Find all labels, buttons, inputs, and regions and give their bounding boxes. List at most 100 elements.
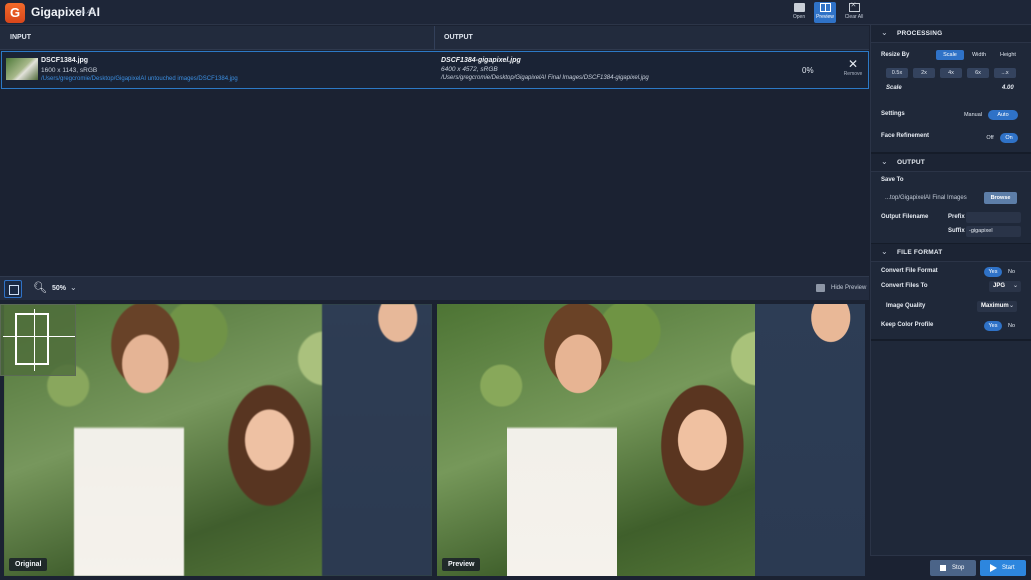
- zoom-level[interactable]: 50%: [52, 285, 66, 292]
- resize-by-label: Resize By: [881, 52, 910, 58]
- file-format-section-header[interactable]: ⌄ FILE FORMAT: [871, 244, 1031, 262]
- resize-mode-height[interactable]: Height: [995, 50, 1021, 60]
- scale-button-2x[interactable]: 2x: [913, 68, 935, 78]
- convert-format-no[interactable]: No: [1004, 267, 1019, 277]
- stop-icon: [940, 565, 946, 571]
- convert-to-select[interactable]: JPG ⌄: [989, 281, 1021, 292]
- progress-percent: 0%: [802, 66, 814, 75]
- file-thumbnail: [6, 58, 38, 80]
- chevron-down-icon[interactable]: ⌄: [70, 283, 77, 292]
- action-bar: Stop Start: [870, 555, 1031, 580]
- prefix-label: Prefix: [948, 214, 965, 220]
- close-icon: ✕: [847, 57, 859, 71]
- remove-button[interactable]: ✕ Remove: [842, 58, 864, 82]
- prefix-input[interactable]: [966, 212, 1021, 223]
- section-divider: [871, 339, 1031, 341]
- save-path: ...top/GigapixelAI Final Images: [885, 195, 967, 201]
- column-divider: [434, 26, 435, 50]
- keep-profile-no[interactable]: No: [1004, 321, 1019, 331]
- convert-format-yes[interactable]: Yes: [984, 267, 1002, 277]
- settings-label: Settings: [881, 111, 905, 117]
- start-label: Start: [1002, 565, 1015, 571]
- face-refinement-on[interactable]: On: [1000, 133, 1018, 143]
- app-window: G Gigapixel AI v4.4.5 Open Preview Clear…: [0, 0, 1031, 580]
- settings-manual-option[interactable]: Manual: [960, 110, 986, 120]
- suffix-input[interactable]: -gigapixel: [966, 226, 1021, 237]
- remove-label: Remove: [843, 71, 863, 77]
- convert-to-value: JPG: [993, 283, 1006, 289]
- chevron-down-icon: ⌄: [1012, 283, 1018, 289]
- preview-toggle-button[interactable]: Preview: [814, 2, 836, 23]
- preview-toolbar: 🔍︎ 50% ⌄ Hide Preview: [0, 276, 869, 300]
- hide-preview-icon[interactable]: [816, 284, 825, 292]
- chevron-down-icon: ⌄: [881, 28, 888, 37]
- processing-title: PROCESSING: [897, 30, 943, 37]
- processing-section-header[interactable]: ⌄ PROCESSING: [871, 25, 1031, 43]
- output-column-header: OUTPUT: [444, 34, 473, 41]
- preview-label: Preview: [442, 558, 481, 571]
- convert-to-label: Convert Files To: [881, 283, 928, 289]
- folder-icon: [793, 3, 805, 12]
- start-button[interactable]: Start: [980, 560, 1026, 576]
- face-refinement-off[interactable]: Off: [982, 133, 998, 143]
- image-quality-label: Image Quality: [886, 303, 926, 309]
- input-dimensions: 1600 x 1143, sRGB: [41, 67, 98, 74]
- output-section-header[interactable]: ⌄ OUTPUT: [871, 154, 1031, 172]
- output-path: /Users/gregcromie/Desktop/GigapixelAI Fi…: [441, 75, 649, 81]
- chevron-down-icon: ⌄: [881, 157, 888, 166]
- zoom-icon[interactable]: 🔍︎: [33, 281, 47, 294]
- chevron-down-icon: ⌄: [881, 247, 888, 256]
- scale-button-custom[interactable]: ...x: [994, 68, 1016, 78]
- hide-preview-button[interactable]: Hide Preview: [831, 285, 866, 291]
- keep-profile-yes[interactable]: Yes: [984, 321, 1002, 331]
- navigator-crosshair-h: [3, 336, 75, 337]
- clear-icon: [848, 1, 860, 12]
- original-label: Original: [9, 558, 48, 571]
- split-view-icon: [819, 3, 831, 12]
- output-title: OUTPUT: [897, 159, 925, 166]
- app-version: v4.4.5: [79, 10, 96, 16]
- file-row[interactable]: DSCF1384.jpg 1600 x 1143, sRGB /Users/gr…: [1, 51, 869, 89]
- preview-photo: [437, 304, 865, 576]
- scale-value[interactable]: 4.00: [1002, 85, 1014, 91]
- resize-mode-scale[interactable]: Scale: [936, 50, 964, 60]
- clear-all-label: Clear All: [844, 14, 864, 20]
- clear-all-button[interactable]: Clear All: [843, 1, 865, 23]
- navigator-toggle-button[interactable]: [4, 280, 22, 298]
- navigator-crosshair-v: [34, 309, 35, 371]
- open-label: Open: [792, 14, 806, 20]
- input-path-link[interactable]: /Users/gregcromie/Desktop/GigapixelAI un…: [41, 76, 238, 82]
- image-quality-value: Maximum: [981, 303, 1009, 309]
- browse-button[interactable]: Browse: [984, 192, 1017, 204]
- output-filename-label: Output Filename: [881, 214, 929, 220]
- settings-sidebar: ⌄ PROCESSING Resize By Scale Width Heigh…: [870, 25, 1031, 580]
- suffix-label: Suffix: [948, 228, 965, 234]
- stop-label: Stop: [952, 565, 965, 571]
- scale-button-6x[interactable]: 6x: [967, 68, 989, 78]
- keep-color-profile-label: Keep Color Profile: [881, 322, 934, 328]
- output-filename: DSCF1384-gigapixel.jpg: [441, 57, 521, 64]
- app-logo-icon: G: [5, 3, 25, 23]
- settings-auto-option[interactable]: Auto: [988, 110, 1018, 120]
- resize-mode-width[interactable]: Width: [967, 50, 991, 60]
- play-icon: [990, 564, 997, 572]
- scale-button-4x[interactable]: 4x: [940, 68, 962, 78]
- convert-format-label: Convert File Format: [881, 268, 938, 274]
- scale-button-0-5x[interactable]: 0.5x: [886, 68, 908, 78]
- preview-pane[interactable]: Preview: [437, 304, 865, 576]
- input-column-header: INPUT: [10, 34, 31, 41]
- file-format-title: FILE FORMAT: [897, 249, 943, 256]
- preview-label: Preview: [816, 14, 834, 20]
- save-to-label: Save To: [881, 177, 904, 183]
- title-bar: G Gigapixel AI v4.4.5 Open Preview Clear…: [0, 0, 1031, 25]
- stop-button[interactable]: Stop: [930, 560, 976, 576]
- image-quality-select[interactable]: Maximum ⌄: [977, 301, 1017, 312]
- output-dimensions: 6400 x 4572, sRGB: [441, 66, 498, 73]
- input-filename: DSCF1384.jpg: [41, 57, 89, 64]
- chevron-down-icon: ⌄: [1008, 303, 1014, 309]
- scale-label: Scale: [886, 85, 902, 91]
- face-refinement-label: Face Refinement: [881, 133, 930, 139]
- navigator-thumbnail[interactable]: [0, 304, 76, 376]
- open-button[interactable]: Open: [788, 2, 810, 23]
- navigator-viewport[interactable]: [15, 313, 49, 365]
